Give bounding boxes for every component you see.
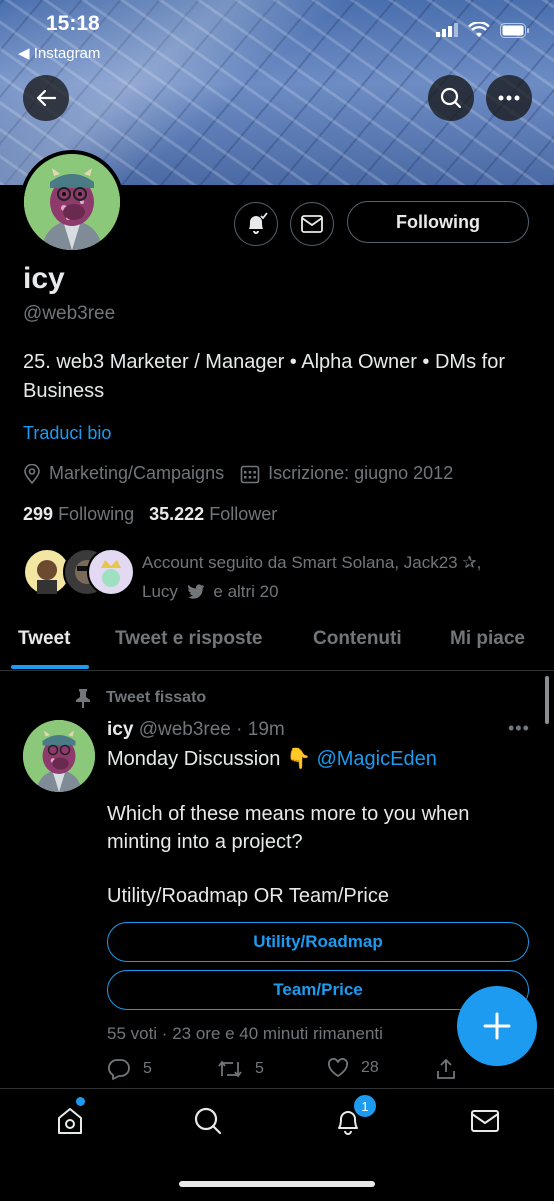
like-button[interactable]: 28 bbox=[327, 1058, 379, 1078]
following-count-link[interactable]: 299 Following bbox=[23, 504, 139, 524]
profile-joined: Iscrizione: giugno 2012 bbox=[268, 463, 454, 483]
following-label: Following bbox=[58, 504, 135, 524]
tweet-text-choices: Utility/Roadmap OR Team/Price bbox=[107, 885, 389, 907]
reply-button[interactable]: 5 bbox=[107, 1058, 152, 1080]
profile-name: icy bbox=[23, 262, 65, 295]
share-button[interactable] bbox=[435, 1058, 457, 1080]
back-to-app-link[interactable]: ◀ Instagram bbox=[18, 44, 100, 62]
tab-tweet-replies[interactable]: Tweet e risposte bbox=[115, 628, 262, 650]
poll-option-utility[interactable]: Utility/Roadmap bbox=[107, 922, 529, 962]
tab-tweet[interactable]: Tweet bbox=[18, 628, 70, 650]
active-tab-indicator bbox=[11, 665, 89, 669]
status-icons bbox=[436, 22, 530, 38]
compose-tweet-button[interactable] bbox=[457, 986, 537, 1066]
nav-messages[interactable] bbox=[465, 1101, 505, 1141]
tweet-author-meta: @web3ree · 19m bbox=[138, 719, 285, 740]
followed-by-line1: Account seguito da Smart Solana, Jack23 … bbox=[142, 553, 482, 572]
tweet-text-line1: Monday Discussion 👇 @MagicEden bbox=[107, 745, 527, 773]
more-dots-icon bbox=[498, 95, 520, 101]
envelope-icon bbox=[471, 1110, 499, 1132]
bell-check-icon bbox=[249, 212, 268, 234]
profile-bio: 25. web3 Marketer / Manager • Alpha Owne… bbox=[23, 351, 505, 402]
calendar-icon bbox=[240, 465, 260, 483]
retweet-icon bbox=[218, 1060, 242, 1078]
arrow-left-icon bbox=[36, 89, 57, 107]
ape-avatar-icon bbox=[24, 154, 120, 250]
tweet-mention-link[interactable]: @MagicEden bbox=[316, 748, 436, 770]
profile-tabs: Tweet Tweet e risposte Contenuti Mi piac… bbox=[0, 620, 554, 671]
back-button[interactable] bbox=[23, 75, 69, 121]
tweet-actions: 5 5 28 bbox=[107, 1058, 527, 1084]
reply-count: 5 bbox=[143, 1060, 152, 1077]
scrollbar[interactable] bbox=[545, 676, 549, 724]
share-icon bbox=[437, 1058, 455, 1079]
nav-search[interactable] bbox=[188, 1101, 228, 1141]
tweet-text-question: Which of these means more to you when mi… bbox=[107, 803, 470, 853]
search-icon bbox=[194, 1107, 222, 1135]
tweet-avatar[interactable] bbox=[23, 720, 95, 792]
envelope-icon bbox=[301, 215, 323, 233]
poll-info: 55 voti · 23 ore e 40 minuti rimanenti bbox=[107, 1024, 383, 1043]
more-options-button[interactable] bbox=[486, 75, 532, 121]
profile-category: Marketing/Campaigns bbox=[49, 463, 225, 483]
follower-count: 35.222 bbox=[149, 504, 205, 524]
home-indicator[interactable] bbox=[179, 1181, 375, 1187]
follow-counts: 299 Following 35.222 Follower bbox=[23, 504, 277, 525]
following-count: 299 bbox=[23, 504, 54, 524]
like-count: 28 bbox=[361, 1059, 379, 1076]
profile-handle: @web3ree bbox=[23, 303, 116, 324]
bird-icon bbox=[187, 584, 204, 599]
profile-meta: Marketing/Campaigns Iscrizione: giugno 2… bbox=[23, 463, 453, 484]
pointing-down-icon: 👇 bbox=[285, 748, 311, 770]
crown-avatar-icon bbox=[101, 560, 121, 587]
search-icon bbox=[440, 87, 462, 109]
profile-avatar[interactable] bbox=[20, 150, 124, 254]
battery-icon bbox=[500, 22, 529, 38]
status-bar: 15:18 ◀ Instagram bbox=[0, 12, 554, 72]
tweet-more-button[interactable]: ••• bbox=[508, 718, 530, 739]
follower-label: Follower bbox=[209, 504, 278, 524]
cellular-signal-icon bbox=[436, 23, 458, 37]
heart-icon bbox=[328, 1058, 348, 1078]
translate-bio-link[interactable]: Traduci bio bbox=[23, 423, 111, 444]
status-time: 15:18 bbox=[46, 12, 100, 35]
followed-by-lucy: Lucy bbox=[142, 582, 178, 601]
pinned-text: Tweet fissato bbox=[106, 689, 207, 706]
tweet-header: icy @web3ree · 19m bbox=[107, 719, 285, 741]
plus-icon bbox=[483, 1012, 511, 1040]
notifications-badge: 1 bbox=[352, 1093, 378, 1119]
reply-icon bbox=[107, 1059, 130, 1080]
retweet-button[interactable]: 5 bbox=[217, 1058, 264, 1080]
avatar bbox=[87, 548, 135, 596]
follower-count-link[interactable]: 35.222 Follower bbox=[149, 504, 277, 524]
home-icon bbox=[58, 1108, 82, 1134]
followed-by-others: e altri 20 bbox=[213, 582, 279, 601]
retweet-count: 5 bbox=[255, 1060, 264, 1077]
notifications-subscribed-button[interactable] bbox=[234, 202, 278, 246]
pinned-label: Tweet fissato bbox=[74, 688, 206, 708]
tab-likes[interactable]: Mi piace bbox=[450, 628, 525, 650]
followed-by-text[interactable]: Account seguito da Smart Solana, Jack23 … bbox=[142, 548, 532, 606]
nav-home[interactable] bbox=[50, 1097, 90, 1141]
search-button[interactable] bbox=[428, 75, 474, 121]
following-button[interactable]: Following bbox=[347, 201, 529, 243]
location-pin-icon bbox=[24, 463, 40, 484]
wifi-icon bbox=[468, 22, 490, 37]
tab-media[interactable]: Contenuti bbox=[313, 628, 402, 650]
ape-avatar-icon bbox=[23, 720, 95, 792]
tweet-text-prefix: Monday Discussion bbox=[107, 748, 281, 770]
tweet-author-name[interactable]: icy bbox=[107, 719, 133, 740]
new-content-dot bbox=[76, 1097, 85, 1106]
pin-icon bbox=[76, 689, 90, 708]
nav-notifications[interactable]: 1 bbox=[328, 1093, 378, 1141]
message-button[interactable] bbox=[290, 202, 334, 246]
